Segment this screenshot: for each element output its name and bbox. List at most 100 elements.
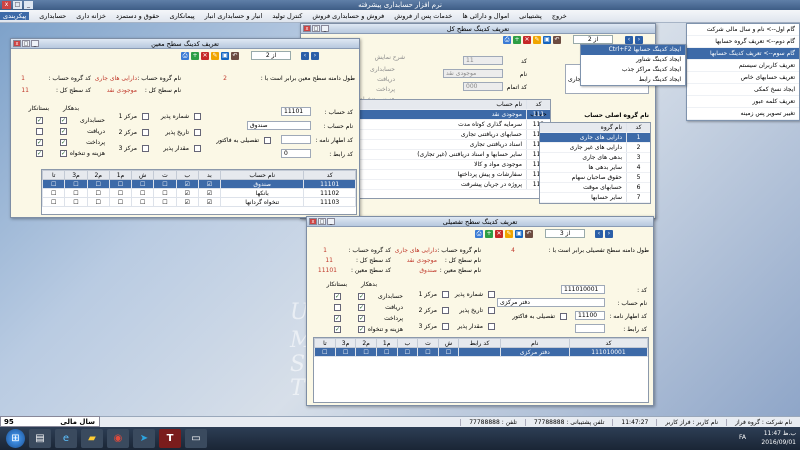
table-cell-check[interactable]: ☑ bbox=[175, 188, 199, 198]
table-cell-check[interactable]: ☐ bbox=[42, 179, 66, 189]
table-cell-check[interactable]: ☐ bbox=[153, 197, 177, 207]
nature-credit-checkbox[interactable] bbox=[334, 326, 341, 333]
nature-credit-checkbox[interactable] bbox=[334, 304, 341, 311]
nature-debit-checkbox[interactable] bbox=[60, 139, 67, 146]
center1-checkbox[interactable] bbox=[442, 291, 449, 298]
nature-debit-checkbox[interactable] bbox=[358, 315, 365, 322]
nature-credit-checkbox[interactable] bbox=[36, 128, 43, 135]
next-record-icon[interactable]: › bbox=[635, 36, 643, 44]
submenu-item[interactable]: ایجاد کدینگ رابط bbox=[581, 75, 685, 85]
detail-invoice-checkbox[interactable] bbox=[560, 313, 567, 320]
edit-icon[interactable]: ✎ bbox=[533, 36, 541, 44]
form-name-field[interactable]: صندوق bbox=[247, 121, 311, 130]
nature-credit-checkbox[interactable] bbox=[36, 139, 43, 146]
table-cell-check[interactable]: ☐ bbox=[42, 188, 66, 198]
opt-date-checkbox[interactable] bbox=[194, 129, 201, 136]
table-cell-check[interactable]: ☐ bbox=[314, 347, 336, 357]
opt-date-checkbox[interactable] bbox=[488, 307, 495, 314]
menu-payroll[interactable]: حقوق و دستمزد bbox=[116, 12, 160, 20]
menu-contracting[interactable]: پیمانکاری bbox=[170, 12, 195, 20]
table-cell-check[interactable]: ☑ bbox=[197, 179, 222, 189]
fiscal-year-box[interactable]: سال مالی 95 bbox=[0, 416, 100, 427]
table-cell-check[interactable]: ☐ bbox=[437, 347, 460, 357]
menu-assets[interactable]: اموال و دارائی ها bbox=[462, 12, 509, 20]
list-item[interactable]: 7 سایر حسابها bbox=[540, 193, 650, 203]
folder-icon[interactable]: ▰ bbox=[81, 429, 103, 448]
add-icon[interactable]: + bbox=[191, 52, 199, 60]
maximize-button[interactable]: □ bbox=[318, 218, 326, 225]
table-cell-check[interactable]: ☐ bbox=[86, 197, 110, 207]
form-date-field[interactable] bbox=[281, 135, 311, 144]
save-icon[interactable]: ▣ bbox=[543, 36, 551, 44]
list-item[interactable]: 3 بدهی های جاری bbox=[540, 153, 650, 163]
record-navigator[interactable]: از 2 bbox=[573, 35, 613, 44]
nature-debit-checkbox[interactable] bbox=[60, 128, 67, 135]
center1-checkbox[interactable] bbox=[142, 113, 149, 120]
table-cell-check[interactable]: ☑ bbox=[175, 197, 199, 207]
menu-production[interactable]: کنترل تولید bbox=[272, 12, 302, 20]
nature-credit-checkbox[interactable] bbox=[334, 315, 341, 322]
edit-icon[interactable]: ✎ bbox=[211, 52, 219, 60]
submenu-item[interactable]: ایجاد کدینگ حسابها Ctrl+F2 bbox=[581, 45, 685, 55]
close-button[interactable]: x bbox=[2, 1, 11, 9]
maximize-button[interactable]: □ bbox=[22, 40, 30, 47]
list-item[interactable]: 116موجودی مواد و کالا bbox=[360, 160, 550, 170]
list-item[interactable]: 1 دارایی های جاری bbox=[540, 133, 650, 143]
detail-invoice-checkbox[interactable] bbox=[264, 137, 271, 144]
field-name[interactable]: موجودی نقد bbox=[443, 69, 503, 78]
dropdown-item[interactable]: ایجاد نسخ کمکی bbox=[687, 84, 799, 96]
maximize-button[interactable]: □ bbox=[312, 25, 320, 32]
menu-sales[interactable]: فروش و حسابداری فروش bbox=[312, 12, 384, 20]
menu-accounting[interactable]: حسابداری bbox=[39, 12, 66, 20]
save-icon[interactable]: ▣ bbox=[515, 230, 523, 238]
table-cell-check[interactable]: ☐ bbox=[396, 347, 419, 357]
list-item[interactable]: 113حسابهای دریافتنی تجاری bbox=[360, 130, 550, 140]
table-cell-check[interactable]: ☐ bbox=[64, 179, 88, 189]
prev-record-icon[interactable]: ‹ bbox=[301, 52, 309, 60]
table-cell-check[interactable]: ☐ bbox=[86, 179, 110, 189]
table-cell-check[interactable]: ☐ bbox=[64, 188, 88, 198]
table-cell-check[interactable]: ☐ bbox=[64, 197, 88, 207]
list-item[interactable]: 5 حقوق صاحبان سهام bbox=[540, 173, 650, 183]
close-button[interactable]: x bbox=[303, 25, 311, 32]
form-code-field[interactable]: 111010001 bbox=[561, 285, 605, 294]
table-cell-check[interactable]: ☑ bbox=[175, 179, 199, 189]
minimize-button[interactable]: _ bbox=[31, 40, 39, 47]
prev-record-icon[interactable]: ‹ bbox=[625, 36, 633, 44]
table-cell-check[interactable]: ☐ bbox=[131, 197, 155, 207]
submenu-item[interactable]: ایجاد کدینگ شناور bbox=[581, 55, 685, 65]
table-row[interactable]: 111010001 دفتر مرکزی ☐ ☐ ☐ ☐ ☐ ☐ ☐ bbox=[314, 347, 648, 357]
record-navigator[interactable]: از 3 bbox=[545, 229, 585, 238]
prev-record-icon[interactable]: ‹ bbox=[595, 230, 603, 238]
list-item[interactable]: 115سایر حسابها و اسناد دریافتنی (غیر تجا… bbox=[360, 150, 550, 160]
menu-treasury[interactable]: خزانه داری bbox=[76, 12, 106, 20]
table-cell-check[interactable]: ☐ bbox=[355, 347, 377, 357]
table-cell-check[interactable]: ☐ bbox=[153, 179, 177, 189]
table-cell-check[interactable]: ☐ bbox=[131, 188, 155, 198]
minimize-button[interactable]: _ bbox=[321, 25, 329, 32]
opt-qty-checkbox[interactable] bbox=[194, 145, 201, 152]
nature-credit-checkbox[interactable] bbox=[36, 150, 43, 157]
table-cell-check[interactable]: ☐ bbox=[108, 188, 133, 198]
menu-inventory[interactable]: انبار و حسابداری انبار bbox=[205, 12, 263, 20]
undo-icon[interactable]: ↶ bbox=[231, 52, 239, 60]
system-clock[interactable]: 11:47 ب.ظ 2016/09/01 bbox=[761, 429, 796, 447]
menu-exit[interactable]: خروج bbox=[552, 12, 567, 20]
table-cell-check[interactable]: ☐ bbox=[417, 347, 439, 357]
list-item[interactable]: 112سرمایه گذاری کوتاه مدت bbox=[360, 120, 550, 130]
add-icon[interactable]: + bbox=[485, 230, 493, 238]
start-button-icon[interactable]: ⊞ bbox=[6, 429, 25, 448]
language-indicator[interactable]: FA bbox=[739, 434, 746, 441]
telegram-icon[interactable]: ➤ bbox=[133, 429, 155, 448]
nature-debit-checkbox[interactable] bbox=[358, 293, 365, 300]
field-code[interactable]: 11 bbox=[463, 56, 503, 65]
center2-checkbox[interactable] bbox=[442, 307, 449, 314]
save-icon[interactable]: ▣ bbox=[221, 52, 229, 60]
list-item[interactable]: 4 سایر بدهی ها bbox=[540, 163, 650, 173]
center2-checkbox[interactable] bbox=[142, 129, 149, 136]
table-cell-check[interactable]: ☐ bbox=[86, 188, 110, 198]
minimize-button[interactable]: _ bbox=[24, 1, 33, 9]
delete-icon[interactable]: ✕ bbox=[495, 230, 503, 238]
list-item[interactable]: 114اسناد دریافتنی تجاری bbox=[360, 140, 550, 150]
dropdown-item[interactable]: تعریف حسابهای خاص bbox=[687, 72, 799, 84]
